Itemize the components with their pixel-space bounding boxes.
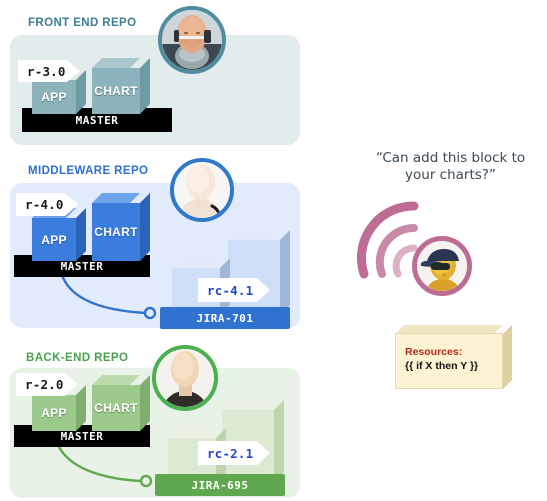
avatar-front-end[interactable] — [158, 6, 226, 74]
release-tag-middleware[interactable]: r-4.0 — [16, 193, 78, 216]
block-label-chart: CHART — [94, 225, 138, 239]
block-label-app: APP — [41, 406, 67, 420]
mannequin-head-plain-icon — [174, 162, 230, 218]
right-column: “Can add this block to your charts?” Res… — [350, 140, 547, 410]
avatar-support-agent[interactable] — [412, 236, 472, 296]
block-side-face — [140, 193, 150, 261]
block-top-face — [92, 193, 140, 203]
resources-title: Resources: — [405, 346, 463, 358]
block-label-chart: CHART — [94, 401, 138, 415]
avatar-middleware[interactable] — [170, 158, 234, 222]
branch-bar-label: MASTER — [60, 259, 104, 273]
block-label-chart: CHART — [94, 84, 138, 98]
block-chart-middleware[interactable]: CHART — [92, 193, 140, 261]
block-top-face — [92, 58, 140, 68]
block-label-app: APP — [41, 232, 67, 247]
mannequin-head-with-headset-icon — [162, 10, 222, 70]
branch-bar-label: MASTER — [75, 113, 119, 127]
release-tag-label: r-4.0 — [25, 197, 64, 212]
block-label-app: APP — [41, 90, 67, 104]
avatar-back-end[interactable] — [152, 345, 218, 411]
diagram-canvas: FRONT END REPO MASTER CHART APP r-3.0 MI… — [0, 0, 547, 501]
speech-quote: “Can add this block to your charts?” — [358, 150, 543, 184]
resources-value: {{ if X then Y }} — [405, 360, 479, 372]
block-chart-front-end[interactable]: CHART — [92, 58, 140, 114]
resources-card-text: Resources: {{ if X then Y }} — [405, 345, 505, 373]
speech-quote-line-1: “Can add this block to — [375, 150, 526, 166]
block-top-face — [92, 375, 140, 385]
repo-panel-front-end: FRONT END REPO MASTER CHART APP r-3.0 — [0, 0, 300, 148]
release-tag-label: r-2.0 — [25, 377, 64, 392]
repo-panel-back-end: BACK-END REPO JIRA-695 rc-2.1 MASTER CHA… — [0, 340, 300, 501]
branch-bar-label: MASTER — [60, 429, 104, 443]
release-tag-label: r-3.0 — [27, 63, 66, 79]
repo-title-front-end: FRONT END REPO — [28, 17, 137, 29]
speech-quote-line-2: your charts?” — [405, 167, 496, 183]
repo-panel-middleware: MIDDLEWARE REPO JIRA-701 rc-4.1 MASTER C… — [0, 155, 300, 333]
mannequin-head-plain-icon — [156, 349, 214, 407]
release-tag-front-end[interactable]: r-3.0 — [18, 60, 80, 82]
release-tag-back-end[interactable]: r-2.0 — [16, 373, 78, 396]
resources-card[interactable]: Resources: {{ if X then Y }} — [395, 325, 515, 391]
mannequin-head-with-cap-and-sunglasses-icon — [417, 241, 467, 291]
block-chart-back-end[interactable]: CHART — [92, 375, 140, 431]
